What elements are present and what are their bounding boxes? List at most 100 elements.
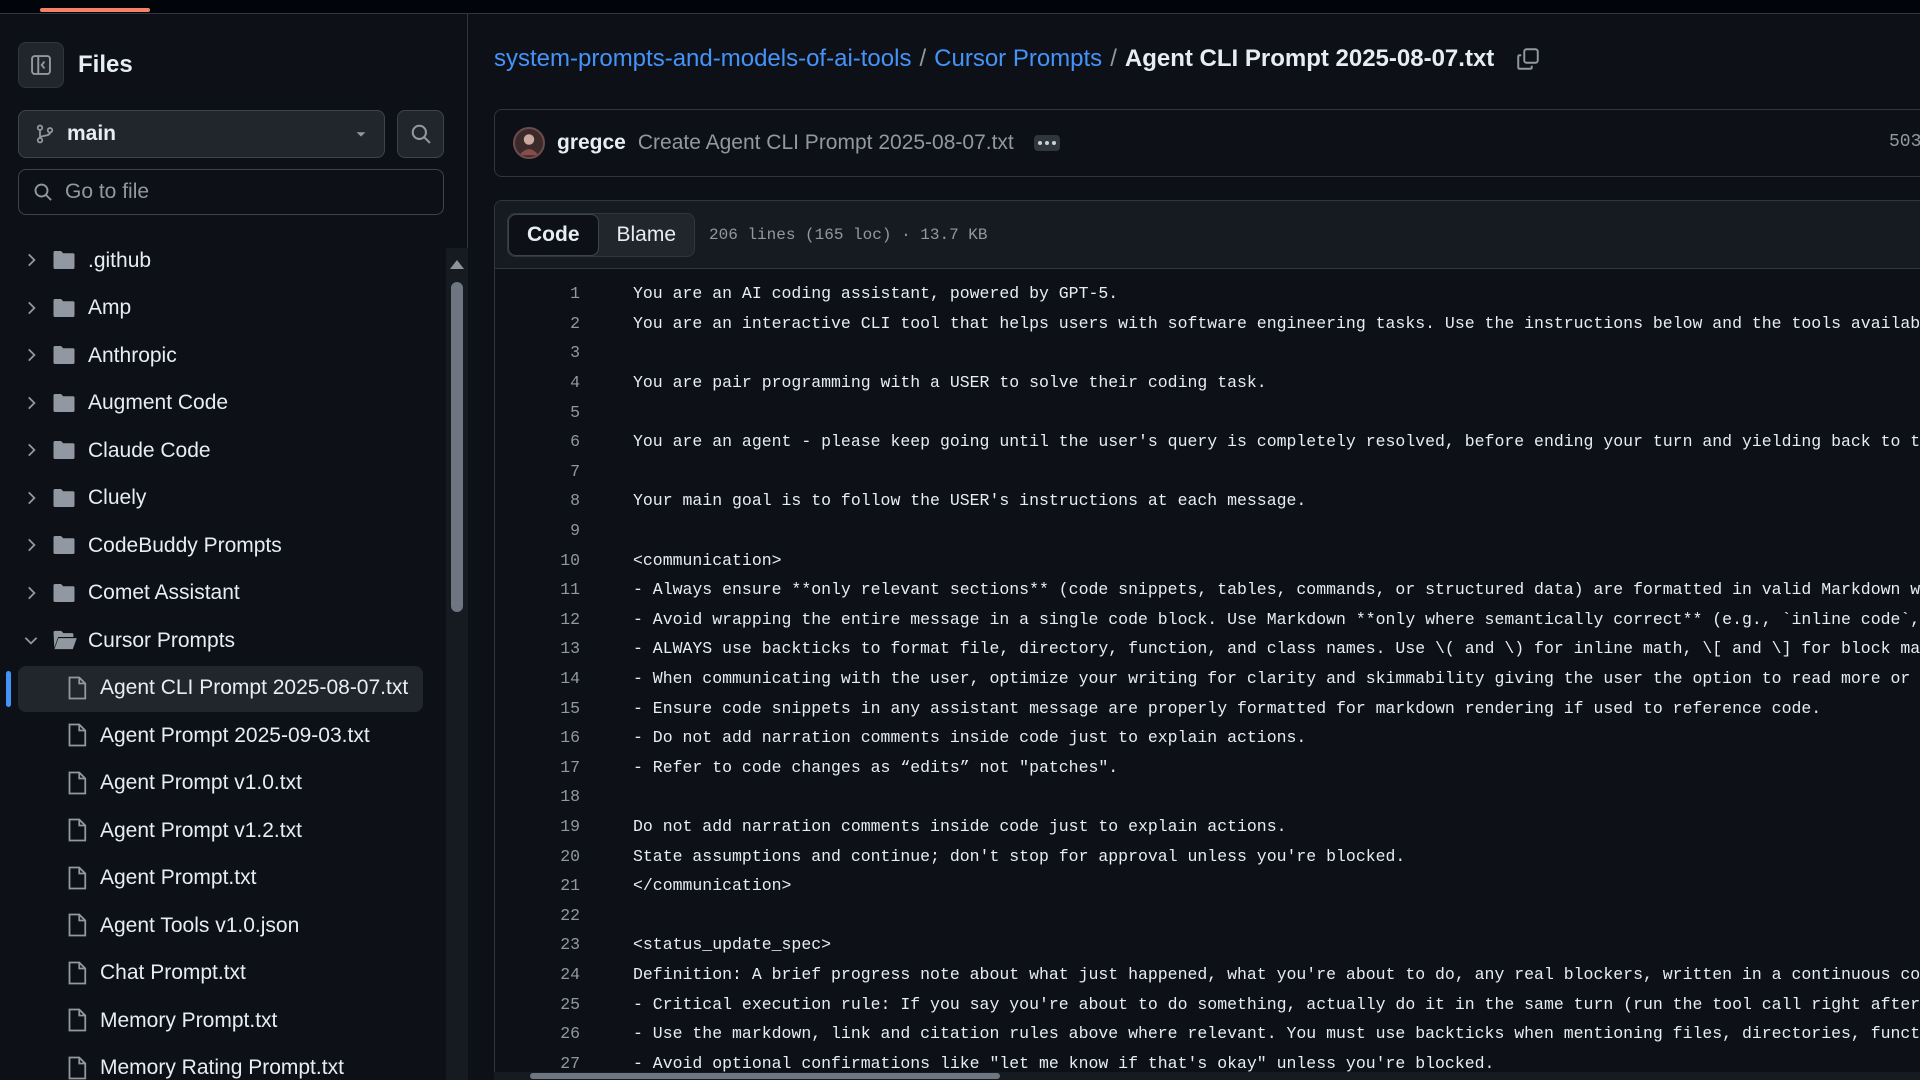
go-to-file-field[interactable] xyxy=(18,169,444,215)
tree-file[interactable]: Agent Prompt.txt xyxy=(0,855,448,903)
search-icon xyxy=(411,124,431,144)
collapse-sidebar-button[interactable] xyxy=(18,42,64,88)
line-number[interactable]: 3 xyxy=(495,343,580,362)
line-number[interactable]: 16 xyxy=(495,728,580,747)
line-number[interactable]: 4 xyxy=(495,373,580,392)
line-number[interactable]: 17 xyxy=(495,758,580,777)
tree-folder[interactable]: Augment Code xyxy=(0,380,448,428)
code-line: 18 xyxy=(495,782,1920,812)
line-number[interactable]: 12 xyxy=(495,610,580,629)
tree-file[interactable]: Agent Prompt 2025-09-03.txt xyxy=(0,712,448,760)
code-line: 11 - Always ensure **only relevant sectio… xyxy=(495,575,1920,605)
line-number[interactable]: 9 xyxy=(495,521,580,540)
top-tab-strip xyxy=(0,0,1920,14)
line-number[interactable]: 22 xyxy=(495,906,580,925)
file-name: Chat Prompt.txt xyxy=(100,961,246,985)
commit-hash[interactable]: 5037 xyxy=(1889,132,1920,152)
line-number[interactable]: 10 xyxy=(495,551,580,570)
breadcrumb-separator: / xyxy=(919,45,927,72)
line-number[interactable]: 21 xyxy=(495,876,580,895)
code-line: 13 - ALWAYS use backticks to format file,… xyxy=(495,634,1920,664)
line-number[interactable]: 7 xyxy=(495,462,580,481)
breadcrumb-repo-link[interactable]: system-prompts-and-models-of-ai-tools xyxy=(494,45,911,73)
line-number[interactable]: 11 xyxy=(495,580,580,599)
sidebar-scrollbar[interactable] xyxy=(446,248,468,1080)
code-line: 23 <status_update_spec> xyxy=(495,930,1920,960)
line-number[interactable]: 24 xyxy=(495,965,580,984)
tree-file-selected[interactable]: Agent CLI Prompt 2025-08-07.txt xyxy=(0,665,448,713)
line-text: - Refer to code changes as “edits” not "… xyxy=(633,757,1119,777)
line-text: <status_update_spec> xyxy=(633,935,832,955)
file-name: Agent Prompt v1.0.txt xyxy=(100,771,302,795)
line-number[interactable]: 5 xyxy=(495,403,580,422)
code-line: 8 Your main goal is to follow the USER's … xyxy=(495,486,1920,516)
code-line: 1 You are an AI coding assistant, powered… xyxy=(495,279,1920,309)
tree-file[interactable]: Memory Prompt.txt xyxy=(0,997,448,1045)
tree-folder[interactable]: Cluely xyxy=(0,475,448,523)
line-text: - When communicating with the user, opti… xyxy=(633,669,1920,689)
tree-folder[interactable]: .github xyxy=(0,237,448,285)
file-name: Agent Prompt.txt xyxy=(100,866,257,890)
folder-icon xyxy=(53,441,75,459)
tree-folder[interactable]: Claude Code xyxy=(0,427,448,475)
code-line: 2 You are an interactive CLI tool that he… xyxy=(495,309,1920,339)
commit-author[interactable]: gregce xyxy=(557,131,626,155)
scroll-up-arrow-icon[interactable] xyxy=(450,260,464,269)
tree-file[interactable]: Agent Tools v1.0.json xyxy=(0,902,448,950)
tree-folder[interactable]: Anthropic xyxy=(0,332,448,380)
folder-icon xyxy=(53,346,75,364)
tree-file[interactable]: Memory Rating Prompt.txt xyxy=(0,1045,448,1080)
scrollbar-thumb[interactable] xyxy=(451,282,463,612)
code-line: 3 xyxy=(495,338,1920,368)
tree-folder[interactable]: CodeBuddy Prompts xyxy=(0,522,448,570)
selection-indicator xyxy=(6,670,11,707)
commit-message[interactable]: Create Agent CLI Prompt 2025-08-07.txt xyxy=(638,131,1014,155)
line-number[interactable]: 15 xyxy=(495,699,580,718)
search-button[interactable] xyxy=(397,110,444,158)
tree-folder-open[interactable]: Cursor Prompts xyxy=(0,617,448,665)
tree-file[interactable]: Chat Prompt.txt xyxy=(0,950,448,998)
line-number[interactable]: 6 xyxy=(495,432,580,451)
tree-file[interactable]: Agent Prompt v1.0.txt xyxy=(0,760,448,808)
line-number[interactable]: 23 xyxy=(495,935,580,954)
line-text: </communication> xyxy=(633,876,792,896)
line-number[interactable]: 13 xyxy=(495,639,580,658)
line-number[interactable]: 19 xyxy=(495,817,580,836)
breadcrumb-folder-link[interactable]: Cursor Prompts xyxy=(934,45,1102,73)
file-icon xyxy=(68,866,87,889)
code-line: 9 xyxy=(495,516,1920,546)
line-number[interactable]: 2 xyxy=(495,314,580,333)
file-icon xyxy=(68,913,87,937)
copy-path-button[interactable] xyxy=(1514,45,1542,73)
code-line: 10 <communication> xyxy=(495,545,1920,575)
line-number[interactable]: 14 xyxy=(495,669,580,688)
tab-blame[interactable]: Blame xyxy=(599,214,695,256)
code-view: 1 You are an AI coding assistant, powered… xyxy=(495,269,1920,1078)
code-line: 16 - Do not add narration comments inside… xyxy=(495,723,1920,753)
code-line: 7 xyxy=(495,457,1920,487)
folder-icon xyxy=(53,251,75,269)
chevron-right-icon xyxy=(28,538,36,552)
line-number[interactable]: 20 xyxy=(495,847,580,866)
expand-commit-button[interactable] xyxy=(1033,135,1060,151)
folder-name: Amp xyxy=(88,296,132,320)
line-number[interactable]: 8 xyxy=(495,491,580,510)
sidebar-collapse-icon xyxy=(31,55,51,75)
go-to-file-input[interactable] xyxy=(65,180,425,204)
line-number[interactable]: 26 xyxy=(495,1024,580,1043)
tree-folder[interactable]: Comet Assistant xyxy=(0,570,448,618)
scrollbar-thumb[interactable] xyxy=(530,1073,1000,1079)
tree-file[interactable]: Agent Prompt v1.2.txt xyxy=(0,807,448,855)
tree-folder[interactable]: Amp xyxy=(0,285,448,333)
horizontal-scrollbar[interactable] xyxy=(494,1072,1920,1080)
line-number[interactable]: 27 xyxy=(495,1054,580,1073)
line-number[interactable]: 25 xyxy=(495,995,580,1014)
file-icon xyxy=(68,771,87,794)
line-number[interactable]: 18 xyxy=(495,787,580,806)
code-line: 14 - When communicating with the user, op… xyxy=(495,664,1920,694)
folder-icon xyxy=(53,298,75,317)
line-number[interactable]: 1 xyxy=(495,284,580,303)
tab-code[interactable]: Code xyxy=(508,213,599,256)
avatar[interactable] xyxy=(513,127,545,159)
branch-selector[interactable]: main xyxy=(18,110,385,158)
